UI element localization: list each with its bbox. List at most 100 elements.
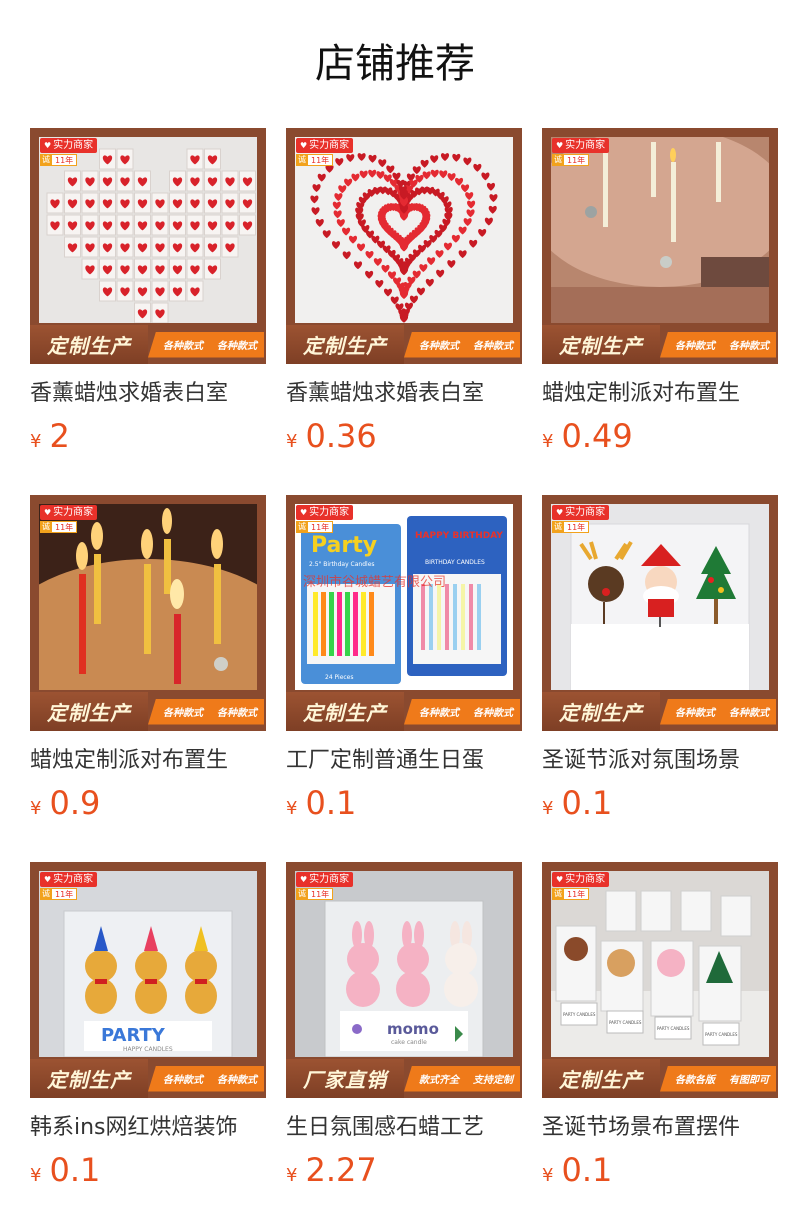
- pack-left-foot: 24 Pieces: [325, 674, 354, 681]
- product-card[interactable]: ♥ 实力商家 诚 11年 定制生产 各种款式 各种款式 蜡烛定制派对布置生 ¥0.9: [30, 495, 266, 862]
- badge-heart-icon: ♥: [44, 141, 52, 150]
- product-card[interactable]: Party 2.5" Birthday Candles 24 Pieces HA…: [286, 495, 522, 862]
- years-label: 11年: [52, 888, 78, 900]
- years-badge: 诚 11年: [296, 888, 334, 900]
- price-value: 2.27: [305, 1151, 377, 1189]
- price-value: 0.9: [49, 784, 101, 822]
- banner-sub-text: 各种款式: [729, 708, 769, 719]
- product-title[interactable]: 韩系ins网红烘焙装饰: [30, 1112, 266, 1144]
- shelf-label: PARTY CANDLES: [657, 1026, 690, 1031]
- product-image[interactable]: momo cake candle ♥ 实力商家 诚 11年 厂家直销 款式齐全 支持定…: [286, 862, 522, 1098]
- product-title[interactable]: 工厂定制普通生日蛋: [286, 745, 522, 777]
- banner-sub-text: 各种款式: [675, 341, 715, 352]
- promo-banner: 厂家直销 款式齐全 支持定制: [286, 1059, 522, 1098]
- badge-heart-icon: ♥: [556, 875, 564, 884]
- years-label: 11年: [564, 521, 590, 533]
- banner-sub: 款式齐全 支持定制: [404, 1065, 520, 1092]
- cheng-label: 诚: [552, 521, 564, 533]
- banner-main-text: 定制生产: [30, 1059, 148, 1098]
- pack-right-sub: BIRTHDAY CANDLES: [425, 559, 485, 566]
- banner-sub: 各种款式 各种款式: [660, 698, 776, 725]
- banner-sub: 各种款式 各种款式: [660, 331, 776, 358]
- product-price: ¥0.1: [30, 1152, 266, 1188]
- banner-main-text: 厂家直销: [286, 1059, 404, 1098]
- strength-merchant-badge: ♥ 实力商家: [40, 138, 98, 153]
- shelf-label: PARTY CANDLES: [563, 1012, 596, 1017]
- currency-symbol: ¥: [30, 431, 42, 452]
- product-image[interactable]: Party 2.5" Birthday Candles 24 Pieces HA…: [286, 495, 522, 731]
- promo-banner: 定制生产 各款各版 有图即可: [542, 1059, 778, 1098]
- product-price: ¥0.1: [542, 785, 778, 821]
- product-card[interactable]: ♥ 实力商家 诚 11年 定制生产 各种款式 各种款式 香薰蜡烛求婚表白室 ¥0.36: [286, 128, 522, 495]
- badge-heart-icon: ♥: [44, 875, 52, 884]
- currency-symbol: ¥: [286, 798, 298, 819]
- price-value: 0.1: [561, 1151, 613, 1189]
- years-label: 11年: [564, 154, 590, 166]
- product-title[interactable]: 香薰蜡烛求婚表白室: [286, 378, 522, 410]
- product-grid: ♥ 实力商家 诚 11年 定制生产 各种款式 各种款式 香薰蜡烛求婚表白室 ¥2 ♥ 实…: [30, 128, 778, 1229]
- promo-banner: 定制生产 各种款式 各种款式: [542, 325, 778, 364]
- banner-main-text: 定制生产: [542, 1059, 660, 1098]
- banner-sub-text: 各种款式: [473, 708, 513, 719]
- currency-symbol: ¥: [286, 1165, 298, 1186]
- product-image[interactable]: ♥ 实力商家 诚 11年 定制生产 各种款式 各种款式: [30, 495, 266, 731]
- price-value: 2: [49, 417, 70, 455]
- currency-symbol: ¥: [542, 431, 554, 452]
- product-card[interactable]: momo cake candle ♥ 实力商家 诚 11年 厂家直销 款式齐全 支持定…: [286, 862, 522, 1229]
- years-badge: 诚 11年: [40, 521, 78, 533]
- years-label: 11年: [308, 521, 334, 533]
- banner-main-text: 定制生产: [542, 325, 660, 364]
- product-title[interactable]: 蜡烛定制派对布置生: [542, 378, 778, 410]
- product-card[interactable]: ♥ 实力商家 诚 11年 定制生产 各种款式 各种款式 圣诞节派对氛围场景 ¥0.1: [542, 495, 778, 862]
- strength-merchant-badge: ♥ 实力商家: [296, 505, 354, 520]
- promo-banner: 定制生产 各种款式 各种款式: [286, 325, 522, 364]
- banner-sub: 各种款式 各种款式: [148, 331, 264, 358]
- product-image[interactable]: ♥ 实力商家 诚 11年 定制生产 各种款式 各种款式: [286, 128, 522, 364]
- product-image[interactable]: ♥ 实力商家 诚 11年 定制生产 各种款式 各种款式: [542, 495, 778, 731]
- product-title[interactable]: 生日氛围感石蜡工艺: [286, 1112, 522, 1144]
- product-card[interactable]: PARTY HAPPY CANDLES ♥ 实力商家 诚 11年 定制生产 各种款式…: [30, 862, 266, 1229]
- product-image[interactable]: ♥ 实力商家 诚 11年 定制生产 各种款式 各种款式: [30, 128, 266, 364]
- momo-card-sub: cake candle: [391, 1039, 427, 1046]
- currency-symbol: ¥: [30, 798, 42, 819]
- product-image[interactable]: ♥ 实力商家 诚 11年 定制生产 各种款式 各种款式: [542, 128, 778, 364]
- banner-sub-text: 各种款式: [675, 708, 715, 719]
- banner-sub: 各款各版 有图即可: [660, 1065, 776, 1092]
- cheng-label: 诚: [40, 154, 52, 166]
- party-card-title: PARTY: [101, 1025, 166, 1046]
- promo-banner: 定制生产 各种款式 各种款式: [286, 692, 522, 731]
- banner-sub: 各种款式 各种款式: [404, 331, 520, 358]
- banner-sub-text: 各种款式: [163, 708, 203, 719]
- cheng-label: 诚: [296, 888, 308, 900]
- banner-sub-text: 各种款式: [217, 708, 257, 719]
- product-title[interactable]: 香薰蜡烛求婚表白室: [30, 378, 266, 410]
- banner-sub-text: 各种款式: [419, 341, 459, 352]
- cheng-label: 诚: [552, 154, 564, 166]
- banner-main-text: 定制生产: [542, 692, 660, 731]
- badge-heart-icon: ♥: [556, 508, 564, 517]
- currency-symbol: ¥: [542, 798, 554, 819]
- shelf-label: PARTY CANDLES: [609, 1020, 642, 1025]
- cheng-label: 诚: [296, 521, 308, 533]
- strength-merchant-badge: ♥ 实力商家: [296, 872, 354, 887]
- momo-card-title: momo: [387, 1020, 439, 1038]
- badge-heart-icon: ♥: [300, 875, 308, 884]
- product-title[interactable]: 圣诞节派对氛围场景: [542, 745, 778, 777]
- banner-main-text: 定制生产: [30, 692, 148, 731]
- strength-badge-label: 实力商家: [53, 874, 94, 885]
- product-card[interactable]: ♥ 实力商家 诚 11年 定制生产 各种款式 各种款式 香薰蜡烛求婚表白室 ¥2: [30, 128, 266, 495]
- product-title[interactable]: 圣诞节场景布置摆件: [542, 1112, 778, 1144]
- product-image[interactable]: PARTY CANDLES PARTY CANDLES PARTY CANDLE…: [542, 862, 778, 1098]
- strength-badge-label: 实力商家: [309, 140, 350, 151]
- currency-symbol: ¥: [30, 1165, 42, 1186]
- product-card[interactable]: ♥ 实力商家 诚 11年 定制生产 各种款式 各种款式 蜡烛定制派对布置生 ¥0.49: [542, 128, 778, 495]
- product-image[interactable]: PARTY HAPPY CANDLES ♥ 实力商家 诚 11年 定制生产 各种款式…: [30, 862, 266, 1098]
- banner-sub-text: 各种款式: [217, 341, 257, 352]
- strength-merchant-badge: ♥ 实力商家: [552, 505, 610, 520]
- product-title[interactable]: 蜡烛定制派对布置生: [30, 745, 266, 777]
- price-value: 0.36: [305, 417, 377, 455]
- product-price: ¥0.9: [30, 785, 266, 821]
- product-card[interactable]: PARTY CANDLES PARTY CANDLES PARTY CANDLE…: [542, 862, 778, 1229]
- product-price: ¥2.27: [286, 1152, 522, 1188]
- strength-merchant-badge: ♥ 实力商家: [40, 505, 98, 520]
